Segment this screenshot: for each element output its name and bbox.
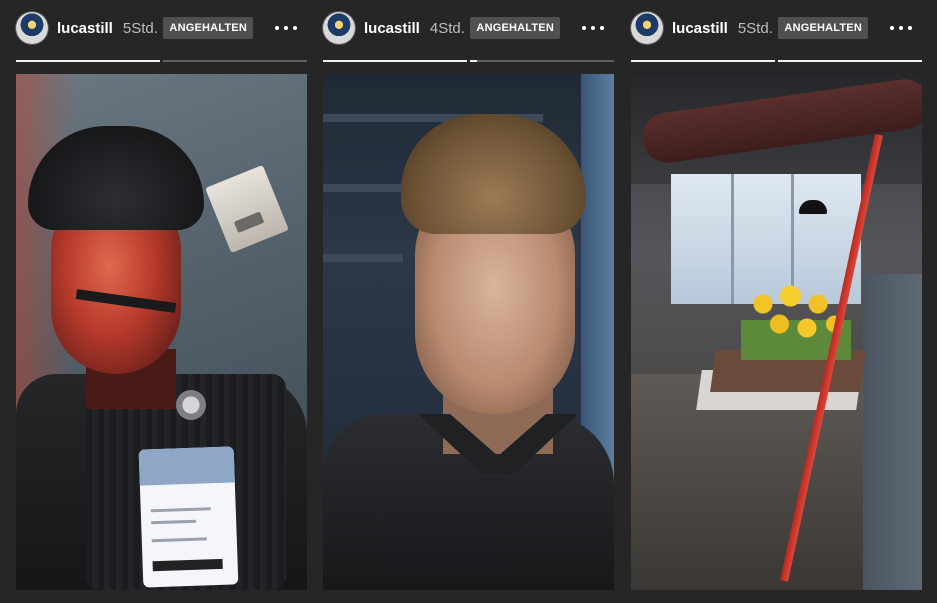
avatar[interactable] [631,12,663,44]
story-header: lucastill 5Std. ANGEHALTEN [16,10,309,46]
progress-fill [323,60,467,62]
badge-text-line [150,507,211,513]
story-progress [16,60,307,62]
story-media[interactable] [631,74,922,590]
more-options-icon[interactable] [275,18,297,38]
ceiling-beam [323,184,413,192]
story-header: lucastill 5Std. ANGEHALTEN [631,10,924,46]
side-wall [863,274,922,590]
username[interactable]: lucastill [672,20,728,37]
progress-fill [631,60,775,62]
progress-segment [470,60,614,62]
badge-reel [176,390,206,420]
story-media[interactable] [323,74,614,590]
story-time: 5Std. [122,19,158,37]
window-frame [731,174,734,304]
story-time: 5Std. [737,19,773,37]
story-progress [631,60,922,62]
badge-barcode [152,558,223,572]
story-progress [323,60,614,62]
progress-fill [470,60,478,62]
id-badge [138,446,239,588]
ceiling-beam [323,254,403,262]
avatar[interactable] [323,12,355,44]
badge-text-line [151,519,197,525]
progress-segment [16,60,160,62]
progress-fill [16,60,160,62]
badge-logo [138,446,235,486]
paused-badge: ANGEHALTEN [470,17,560,39]
progress-segment [631,60,775,62]
story-card-2[interactable]: lucastill 4Std. ANGEHALTEN [323,0,616,603]
avatar[interactable] [16,12,48,44]
progress-fill [778,60,922,62]
pendant-lamp [799,200,827,214]
username[interactable]: lucastill [57,20,113,37]
story-card-1[interactable]: lucastill 5Std. ANGEHALTEN [16,0,309,603]
progress-segment [323,60,467,62]
username[interactable]: lucastill [364,20,420,37]
progress-segment [163,60,307,62]
badge-text-line [151,537,207,543]
story-media[interactable] [16,74,307,590]
paused-badge: ANGEHALTEN [778,17,868,39]
story-header: lucastill 4Std. ANGEHALTEN [323,10,616,46]
more-options-icon[interactable] [890,18,912,38]
more-options-icon[interactable] [582,18,604,38]
story-card-3[interactable]: lucastill 5Std. ANGEHALTEN [631,0,924,603]
story-time: 4Std. [429,19,465,37]
paused-badge: ANGEHALTEN [163,17,253,39]
progress-segment [778,60,922,62]
